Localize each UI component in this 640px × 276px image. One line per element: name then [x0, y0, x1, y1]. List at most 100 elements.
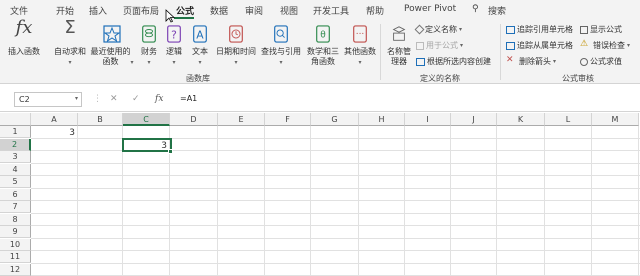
trace-dependents-button[interactable]: 追踪从属单元格 — [506, 40, 573, 51]
column-header-F[interactable]: F — [265, 113, 311, 126]
name-box[interactable]: C2 ▾ — [14, 92, 82, 107]
tab-power-pivot[interactable]: Power Pivot — [404, 4, 456, 14]
gridline-vertical — [264, 126, 265, 276]
column-header-J[interactable]: J — [451, 113, 497, 126]
error-checking-button[interactable]: ⚠ 错误检查 ▾ — [580, 40, 630, 51]
formula-input[interactable]: =A1 — [176, 92, 636, 107]
lookup-icon — [274, 25, 288, 43]
group-separator — [380, 24, 381, 80]
column-header-I[interactable]: I — [405, 113, 451, 126]
column-header-B[interactable]: B — [78, 113, 123, 126]
create-from-selection-icon — [416, 57, 425, 66]
row-header-6[interactable]: 6 — [0, 188, 31, 201]
show-formulas-button[interactable]: 显示公式 — [580, 24, 622, 35]
evaluate-formula-button[interactable]: 公式求值 — [580, 56, 622, 67]
text-functions-button[interactable]: A 文本 ▾ — [189, 23, 211, 68]
gridline-horizontal — [31, 200, 640, 201]
column-header-L[interactable]: L — [545, 113, 592, 126]
define-name-button[interactable]: 定义名称 ▾ — [414, 24, 462, 35]
math-trig-button[interactable]: θ 数学和三角函数 — [303, 23, 343, 67]
enter-icon[interactable]: ✓ — [132, 94, 140, 104]
column-header-E[interactable]: E — [218, 113, 265, 126]
datetime-label: 日期和时间 — [216, 47, 256, 56]
row-header-8[interactable]: 8 — [0, 213, 31, 226]
gridline-vertical — [404, 126, 405, 276]
tab-review[interactable]: 审阅 — [245, 4, 263, 17]
column-header-C[interactable]: C — [123, 113, 170, 126]
tab-file[interactable]: 文件 — [10, 4, 28, 17]
group-label-formula-auditing: 公式审核 — [562, 74, 594, 83]
logical-label: 逻辑 — [166, 47, 182, 56]
tab-formulas[interactable]: 公式 — [176, 4, 194, 17]
remove-arrows-button[interactable]: ✕ 删除箭头 ▾ — [506, 56, 556, 67]
more-functions-icon: ··· — [353, 25, 367, 43]
sigma-icon: Σ — [64, 17, 76, 38]
cancel-icon[interactable]: ✕ — [110, 94, 118, 104]
error-checking-label: 错误检查 — [593, 41, 625, 50]
gridline-vertical — [591, 126, 592, 276]
row-header-7[interactable]: 7 — [0, 201, 31, 213]
chevron-down-icon[interactable]: ▾ — [75, 95, 78, 102]
ribbon: fx 插入函数 Σ 自动求和 ▾ 最近使用的函数 ▾ 财务 ▾ ? 逻辑 ▾ A 文本 ▾… — [0, 17, 640, 84]
create-from-selection-button[interactable]: 根据所选内容创建 — [416, 56, 491, 67]
tab-data[interactable]: 数据 — [210, 4, 228, 17]
more-functions-button[interactable]: ··· 其他函数 ▾ — [344, 23, 376, 68]
text-functions-label: 文本 — [192, 47, 208, 56]
recent-functions-button[interactable]: 最近使用的函数 ▾ — [90, 23, 134, 68]
autosum-button[interactable]: Σ 自动求和 ▾ — [54, 17, 86, 68]
row-header-5[interactable]: 5 — [0, 176, 31, 188]
column-header-M[interactable]: M — [592, 113, 639, 126]
worksheet-grid[interactable]: ABCDEFGHIJKLM 1 2 3 4 5 6 7 8 9 10 11 12 3 3 — [0, 113, 640, 276]
tab-view[interactable]: 视图 — [280, 4, 298, 17]
row-header-12[interactable]: 12 — [0, 263, 31, 276]
tab-home[interactable]: 开始 — [56, 4, 74, 17]
insert-function-icon[interactable]: fx — [155, 94, 163, 104]
lookup-button[interactable]: 查找与引用 ▾ — [259, 23, 303, 68]
more-functions-label: 其他函数 — [344, 47, 376, 56]
financial-button[interactable]: 财务 ▾ — [138, 23, 160, 68]
trace-precedents-button[interactable]: 追踪引用单元格 — [506, 24, 573, 35]
row-header-4[interactable]: 4 — [0, 163, 31, 176]
row-header-2[interactable]: 2 — [0, 138, 31, 151]
svg-text:···: ··· — [356, 30, 365, 40]
row-header-10[interactable]: 10 — [0, 238, 31, 251]
autosum-label: 自动求和 — [54, 47, 86, 56]
row-header-3[interactable]: 3 — [0, 151, 31, 163]
gridline-horizontal — [31, 237, 640, 239]
row-header-9[interactable]: 9 — [0, 226, 31, 238]
gridline-vertical — [77, 126, 78, 276]
use-in-formula-button[interactable]: 用于公式 ▾ — [416, 40, 463, 51]
column-header-G[interactable]: G — [311, 113, 359, 126]
use-in-formula-label: 用于公式 — [426, 41, 458, 50]
mouse-cursor-icon — [165, 9, 175, 23]
gridline-vertical — [544, 126, 545, 276]
tab-insert[interactable]: 插入 — [89, 4, 107, 17]
math-trig-label: 数学和三角函数 — [307, 47, 339, 66]
svg-text:?: ? — [171, 29, 177, 42]
fill-handle[interactable] — [168, 149, 173, 154]
insert-function-button[interactable]: fx 插入函数 — [4, 19, 44, 57]
recent-functions-label: 最近使用的函数 — [90, 47, 131, 66]
column-header-H[interactable]: H — [359, 113, 405, 126]
gridline-horizontal — [31, 212, 640, 214]
tab-help[interactable]: 帮助 — [366, 4, 384, 17]
logical-button[interactable]: ? 逻辑 ▾ — [163, 23, 185, 68]
tab-page-layout[interactable]: 页面布局 — [123, 4, 159, 17]
column-header-A[interactable]: A — [31, 113, 78, 126]
warning-icon: ⚠ — [580, 39, 589, 49]
trace-dependents-label: 追踪从属单元格 — [517, 41, 573, 50]
tab-developer[interactable]: 开发工具 — [313, 4, 349, 17]
row-header-1[interactable]: 1 — [0, 126, 31, 138]
datetime-button[interactable]: 日期和时间 ▾ — [214, 23, 258, 68]
search-icon[interactable]: ⚲ — [472, 4, 479, 14]
column-header-D[interactable]: D — [170, 113, 218, 126]
select-all-corner[interactable] — [0, 113, 31, 126]
gridline-horizontal — [31, 187, 640, 189]
gridline-vertical — [638, 126, 639, 276]
cell-A1[interactable]: 3 — [31, 127, 78, 139]
column-header-K[interactable]: K — [497, 113, 545, 126]
row-header-11[interactable]: 11 — [0, 251, 31, 263]
name-manager-label: 名称管理器 — [387, 47, 411, 66]
name-manager-button[interactable]: 名称管理器 — [384, 23, 414, 67]
tab-search[interactable]: 搜索 — [488, 4, 506, 17]
